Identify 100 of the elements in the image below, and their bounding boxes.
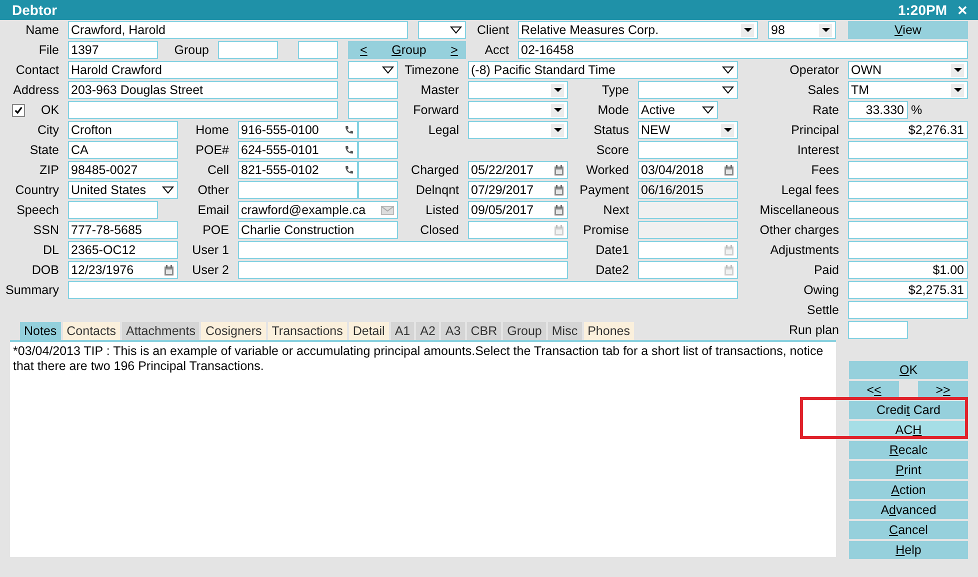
text-field[interactable] [348,101,398,119]
field-label: Miscellaneous [760,203,839,217]
readonly-field[interactable] [638,201,738,219]
field-label: Operator [790,63,839,77]
text-field[interactable] [358,161,398,179]
amount-field[interactable] [848,181,968,199]
amount-field[interactable]: $2,276.31 [848,121,968,139]
date-field[interactable]: 05/22/2017 [468,161,568,179]
field-label: Type [602,83,629,97]
calendar-icon [724,164,734,176]
action-button[interactable]: Credit Card [849,401,968,419]
text-field[interactable] [238,181,358,199]
tab[interactable]: Detail [348,322,389,340]
field-label: Timezone [404,63,459,77]
phone-field[interactable]: 821-555-0102 [238,161,358,179]
text-field[interactable]: Harold Crawford [68,61,338,79]
text-field[interactable] [358,141,398,159]
date-field[interactable]: 03/04/2018 [638,161,738,179]
view-button[interactable]: View [848,21,968,39]
calendar-icon [554,204,564,216]
tab[interactable]: Transactions [268,322,347,340]
date-field[interactable] [468,221,568,239]
group-navigation-button[interactable]: < Group > [348,41,466,59]
text-field[interactable]: CA [68,141,178,159]
notes-area[interactable]: *03/04/2013 TIP : This is an example of variable or accumulating principal amounts.Select the Transaction tab for a short list of transactions, notice that there are two 196 Principal Transactions. [10,340,836,557]
field-label: Client [477,23,509,37]
text-field[interactable] [848,321,908,339]
amount-field[interactable] [848,241,968,259]
text-field[interactable] [638,141,738,159]
amount-field[interactable]: $2,275.31 [848,281,968,299]
amount-field[interactable] [848,161,968,179]
amount-field[interactable] [848,221,968,239]
close-button[interactable]: ✕ [957,2,968,18]
email-field[interactable]: crawford@example.ca [238,201,398,219]
date-field[interactable] [638,241,738,259]
dropdown[interactable]: 98 [768,21,836,39]
dropdown[interactable]: TM [848,81,968,99]
tab[interactable]: A2 [416,322,440,340]
text-field[interactable] [68,101,338,119]
tab[interactable]: Group [503,322,546,340]
field-label: Address [13,83,59,97]
amount-field[interactable]: $1.00 [848,261,968,279]
dropdown-arrow-icon [702,106,714,114]
dropdown[interactable]: (-8) Pacific Standard Time [468,61,738,79]
tab[interactable]: Cosigners [201,322,266,340]
action-button[interactable]: Recalc [849,441,968,459]
action-button[interactable]: Cancel [849,521,968,539]
text-field[interactable]: Crofton [68,121,178,139]
text-field[interactable]: 02-16458 [518,41,968,59]
text-field[interactable]: Crawford, Harold [68,21,408,39]
text-field[interactable] [358,121,398,139]
text-field[interactable] [358,181,398,199]
action-button[interactable]: Action [849,481,968,499]
tab[interactable]: Misc [548,322,582,340]
text-field[interactable] [68,281,738,299]
action-button[interactable]: Help [849,541,968,559]
phone-field[interactable]: 624-555-0101 [238,141,358,159]
text-field[interactable] [298,41,338,59]
tab[interactable]: CBR [466,322,502,340]
dropdown[interactable]: Active [638,101,718,119]
amount-field[interactable] [848,301,968,319]
dropdown[interactable] [348,61,398,79]
dropdown[interactable]: NEW [638,121,738,139]
amount-field[interactable]: 33.330 [848,101,908,119]
text-field[interactable] [218,41,278,59]
text-field[interactable]: 203-963 Douglas Street [68,81,338,99]
tab[interactable]: Notes [20,322,61,340]
action-button[interactable]: Advanced [849,501,968,519]
text-field[interactable]: 777-78-5685 [68,221,178,239]
date-field[interactable]: 07/29/2017 [468,181,568,199]
text-field[interactable]: 98485-0027 [68,161,178,179]
amount-field[interactable] [848,141,968,159]
readonly-field[interactable]: 06/16/2015 [638,181,738,199]
text-field[interactable] [238,261,568,279]
date-field[interactable]: 09/05/2017 [468,201,568,219]
dropdown[interactable]: United States [68,181,178,199]
action-button[interactable]: Print [849,461,968,479]
readonly-field[interactable] [638,221,738,239]
dropdown[interactable]: Relative Measures Corp. [518,21,758,39]
tab[interactable]: Phones [584,322,634,340]
tab[interactable]: Contacts [62,322,120,340]
text-field[interactable] [238,241,568,259]
dropdown[interactable]: OWN [848,61,968,79]
tab[interactable]: A3 [441,322,465,340]
checkbox[interactable] [12,104,25,116]
date-field[interactable]: 12/23/1976 [68,261,178,279]
field-label: Cell [207,163,229,177]
text-field[interactable]: Charlie Construction [238,221,398,239]
text-field[interactable] [348,81,398,99]
text-field[interactable]: 1397 [68,41,158,59]
phone-field[interactable]: 916-555-0100 [238,121,358,139]
amount-field[interactable] [848,201,968,219]
field-label: Paid [814,263,839,277]
text-field[interactable] [68,201,158,219]
tab[interactable]: Attachments [122,322,200,340]
tab[interactable]: A1 [390,322,414,340]
dropdown[interactable] [418,21,466,39]
text-field[interactable]: 2365-OC12 [68,241,178,259]
date-field[interactable] [638,261,738,279]
action-button[interactable]: OK [849,361,968,379]
